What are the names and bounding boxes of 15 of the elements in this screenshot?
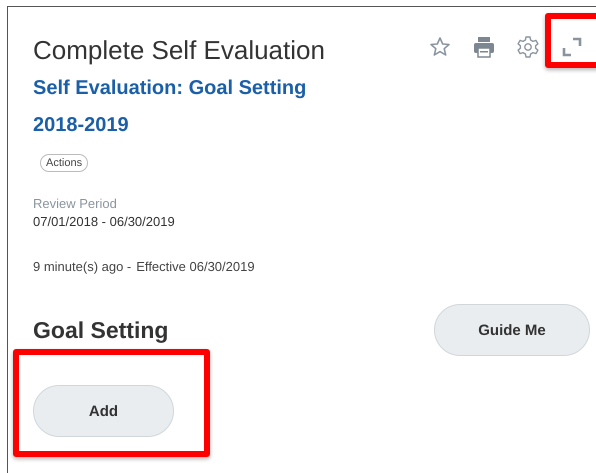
expand-icon[interactable] bbox=[560, 35, 584, 59]
page-subtitle-link[interactable]: Self Evaluation: Goal Setting 2018-2019 bbox=[33, 70, 363, 144]
add-button[interactable]: Add bbox=[33, 385, 174, 437]
star-icon[interactable] bbox=[428, 35, 452, 59]
review-period-label: Review Period bbox=[33, 196, 118, 211]
page-title: Complete Self Evaluation bbox=[33, 35, 325, 66]
actions-button[interactable]: Actions bbox=[40, 154, 88, 172]
settings-icon[interactable] bbox=[516, 35, 540, 59]
time-ago: 9 minute(s) ago - bbox=[33, 259, 132, 274]
highlight-frame bbox=[545, 13, 596, 68]
section-title: Goal Setting bbox=[33, 316, 168, 344]
review-period-value: 07/01/2018 - 06/30/2019 bbox=[33, 214, 176, 229]
guide-me-button[interactable]: Guide Me bbox=[434, 304, 590, 356]
effective-date: Effective 06/30/2019 bbox=[136, 259, 255, 274]
print-icon[interactable] bbox=[472, 35, 496, 59]
